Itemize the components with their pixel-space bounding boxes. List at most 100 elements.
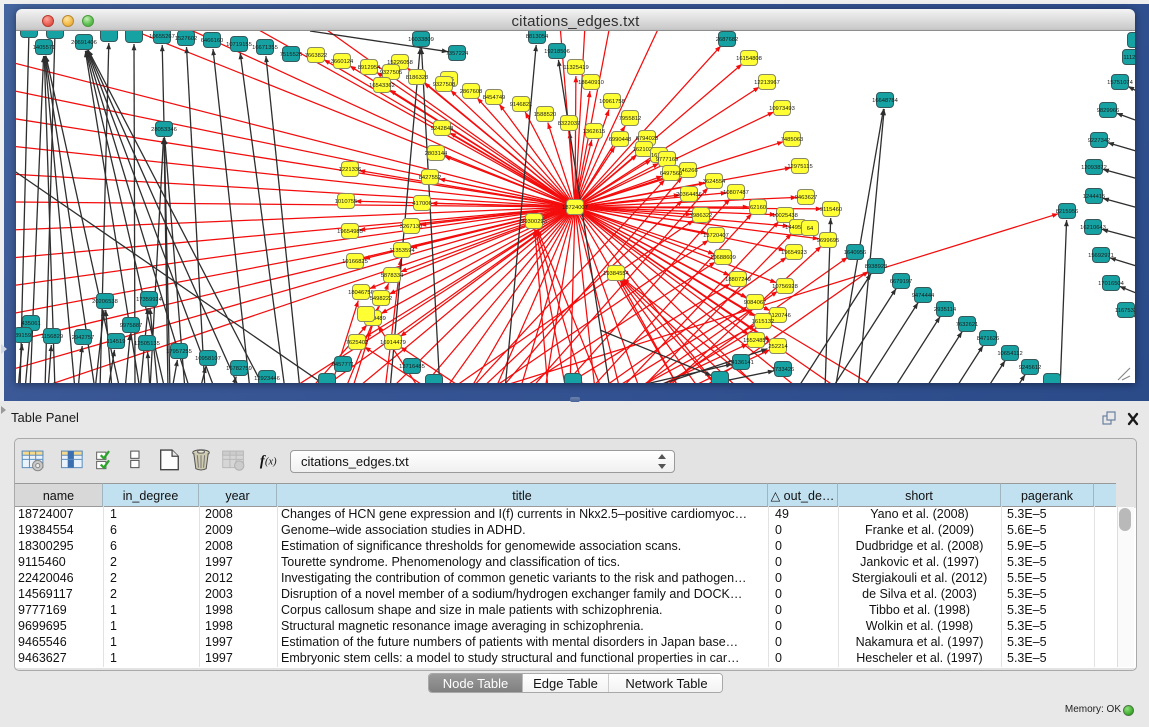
svg-text:1167533: 1167533 xyxy=(1115,308,1135,314)
svg-text:10973493: 10973493 xyxy=(769,106,795,112)
svg-text:11353594: 11353594 xyxy=(389,248,415,254)
svg-text:16671355: 16671355 xyxy=(252,45,278,51)
svg-text:6679197: 6679197 xyxy=(890,279,913,285)
svg-text:3660124: 3660124 xyxy=(331,59,354,65)
svg-text:18807249: 18807249 xyxy=(725,277,751,283)
svg-text:15692971: 15692971 xyxy=(1088,253,1114,259)
svg-text:8322037: 8322037 xyxy=(558,121,581,127)
svg-text:5878334: 5878334 xyxy=(381,273,404,279)
svg-text:1640956: 1640956 xyxy=(844,250,867,256)
svg-text:15751074: 15751074 xyxy=(1107,80,1134,86)
svg-text:6466160: 6466160 xyxy=(201,38,224,44)
svg-text:2687682: 2687682 xyxy=(716,37,739,43)
svg-text:8186328: 8186328 xyxy=(406,75,429,81)
svg-text:39159: 39159 xyxy=(16,333,31,339)
svg-text:9084067: 9084067 xyxy=(744,300,767,306)
svg-text:16210643: 16210643 xyxy=(1080,225,1106,231)
svg-text:10025438: 10025438 xyxy=(772,213,798,219)
svg-text:1615132: 1615132 xyxy=(752,319,775,325)
svg-text:9327505: 9327505 xyxy=(380,70,403,76)
svg-text:10961758: 10961758 xyxy=(599,99,625,105)
svg-text:2803144: 2803144 xyxy=(425,151,448,157)
svg-text:7515526: 7515526 xyxy=(280,52,303,58)
svg-text:1156829: 1156829 xyxy=(41,334,63,340)
svg-text:8813054: 8813054 xyxy=(526,34,549,40)
svg-text:29300293: 29300293 xyxy=(521,219,547,225)
svg-text:10688609: 10688609 xyxy=(710,255,736,261)
svg-text:9146821: 9146821 xyxy=(510,102,533,108)
svg-text:9777169: 9777169 xyxy=(656,157,679,163)
svg-text:9242848: 9242848 xyxy=(431,126,454,132)
svg-text:19654985: 19654985 xyxy=(337,229,363,235)
svg-text:12093872: 12093872 xyxy=(1081,165,1107,171)
svg-text:7485063: 7485063 xyxy=(781,137,804,143)
svg-text:11120: 11120 xyxy=(1123,55,1135,61)
svg-text:2942757: 2942757 xyxy=(72,335,95,341)
svg-text:1733426: 1733426 xyxy=(772,367,795,373)
svg-text:1527602: 1527602 xyxy=(175,36,198,42)
svg-text:16154808: 16154808 xyxy=(736,56,762,62)
svg-text:10654112: 10654112 xyxy=(997,351,1022,357)
svg-text:13716485: 13716485 xyxy=(399,364,425,370)
svg-text:2935114: 2935114 xyxy=(934,307,957,313)
svg-text:6497568: 6497568 xyxy=(660,171,683,177)
svg-text:8215956: 8215956 xyxy=(1056,209,1079,215)
svg-text:8938923: 8938923 xyxy=(865,264,888,270)
svg-text:14136141: 14136141 xyxy=(728,360,754,366)
svg-text:9115460: 9115460 xyxy=(820,207,842,213)
svg-text:10655267: 10655267 xyxy=(149,34,175,40)
svg-text:13720407: 13720407 xyxy=(703,233,729,239)
svg-text:16543362: 16543362 xyxy=(369,83,395,89)
svg-text:7632621: 7632621 xyxy=(956,322,979,328)
svg-text:62160: 62160 xyxy=(750,205,766,211)
svg-text:9474444: 9474444 xyxy=(912,293,935,299)
svg-text:19384554: 19384554 xyxy=(603,271,630,277)
svg-text:(x): (x) xyxy=(265,457,277,468)
svg-text:12923446: 12923446 xyxy=(254,376,280,382)
svg-text:18724007: 18724007 xyxy=(562,205,588,211)
svg-text:16648784: 16648784 xyxy=(872,98,899,104)
svg-text:19218506: 19218506 xyxy=(544,49,570,55)
svg-text:17016504: 17016504 xyxy=(1098,281,1125,287)
svg-text:17359924: 17359924 xyxy=(136,297,163,303)
svg-text:9245612: 9245612 xyxy=(1019,365,1042,371)
svg-text:3624554: 3624554 xyxy=(703,179,726,185)
svg-text:3267130: 3267130 xyxy=(400,224,423,230)
svg-text:28053346: 28053346 xyxy=(151,127,177,133)
svg-text:7986322: 7986322 xyxy=(690,213,713,219)
svg-text:7955812: 7955812 xyxy=(619,116,642,122)
svg-text:9699695: 9699695 xyxy=(817,238,840,244)
svg-text:1010755: 1010755 xyxy=(335,199,358,205)
svg-text:7357224: 7357224 xyxy=(446,51,469,57)
svg-text:1362615: 1362615 xyxy=(583,129,606,135)
svg-text:12505135: 12505135 xyxy=(134,341,160,347)
svg-text:16914479: 16914479 xyxy=(380,340,406,346)
svg-text:17957255: 17957255 xyxy=(166,349,192,355)
svg-text:64: 64 xyxy=(807,226,814,232)
svg-text:8912954: 8912954 xyxy=(358,65,381,71)
svg-text:1405571: 1405571 xyxy=(33,45,56,51)
svg-text:417006: 417006 xyxy=(412,201,431,207)
svg-text:10807487: 10807487 xyxy=(723,190,749,196)
svg-text:252214: 252214 xyxy=(768,344,788,350)
svg-text:10756928: 10756928 xyxy=(772,284,798,290)
svg-text:9327508: 9327508 xyxy=(433,82,456,88)
svg-text:1244415: 1244415 xyxy=(1083,194,1106,200)
svg-text:7625402: 7625402 xyxy=(346,340,369,346)
svg-text:12213967: 12213967 xyxy=(754,80,780,86)
svg-text:7663822: 7663822 xyxy=(305,53,328,59)
svg-text:11325419: 11325419 xyxy=(563,65,588,71)
svg-text:9457771: 9457771 xyxy=(332,362,355,368)
svg-text:16782759: 16782759 xyxy=(226,366,252,372)
svg-text:9227342: 9227342 xyxy=(1088,138,1111,144)
svg-text:20364456: 20364456 xyxy=(676,192,702,198)
svg-text:20691406: 20691406 xyxy=(71,40,97,46)
svg-text:19654923: 19654923 xyxy=(781,250,807,256)
svg-text:12975115: 12975115 xyxy=(787,164,812,170)
svg-text:9463627: 9463627 xyxy=(795,195,818,201)
svg-text:1588520: 1588520 xyxy=(534,112,557,118)
svg-text:8427552: 8427552 xyxy=(419,175,442,181)
svg-text:18640910: 18640910 xyxy=(578,80,604,86)
svg-text:8471626: 8471626 xyxy=(977,336,1000,342)
svg-text:435061: 435061 xyxy=(21,321,40,327)
